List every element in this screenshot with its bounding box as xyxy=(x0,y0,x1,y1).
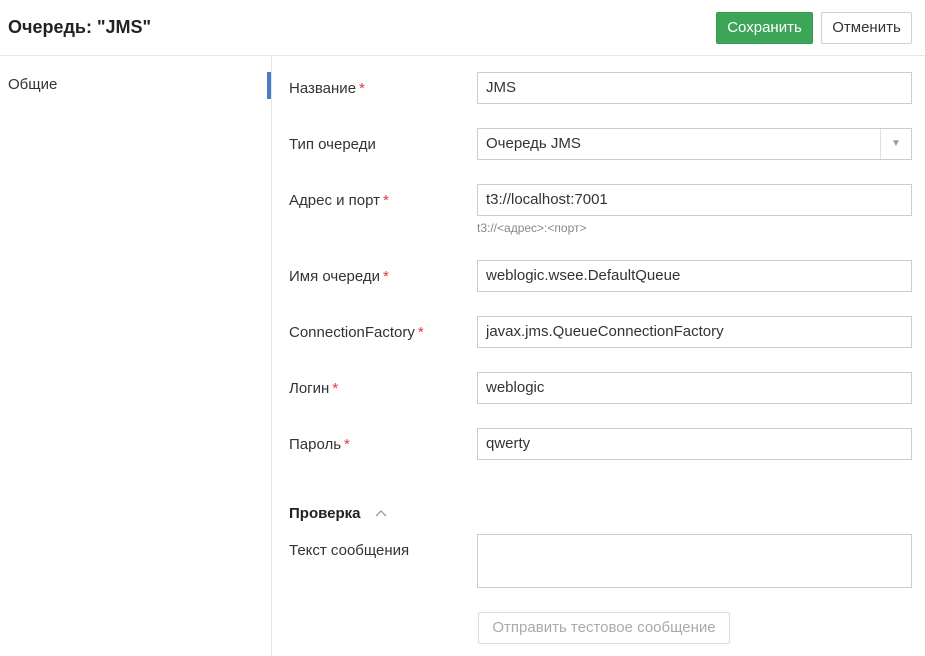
connection-factory-label-text: ConnectionFactory xyxy=(289,324,415,341)
queue-name-label-text: Имя очереди xyxy=(289,268,381,285)
message-label: Текст сообщения xyxy=(289,542,409,559)
active-indicator xyxy=(267,72,271,99)
password-input[interactable]: qwerty xyxy=(477,428,912,460)
required-mark: * xyxy=(332,380,339,397)
page-title: Очередь: "JMS" xyxy=(8,17,152,37)
sidebar: Общие xyxy=(0,56,272,656)
chevron-up-icon[interactable] xyxy=(374,506,388,520)
check-section-title[interactable]: Проверка xyxy=(289,505,360,522)
name-input[interactable]: JMS xyxy=(477,72,912,104)
login-input[interactable]: weblogic xyxy=(477,372,912,404)
queue-type-label: Тип очереди xyxy=(289,136,376,153)
login-label: Логин * xyxy=(289,380,338,397)
name-label: Название * xyxy=(289,80,365,97)
message-label-text: Текст сообщения xyxy=(289,542,410,559)
send-test-message-button[interactable]: Отправить тестовое сообщение xyxy=(478,612,730,644)
address-input[interactable]: t3://localhost:7001 xyxy=(477,184,912,216)
password-label-text: Пароль xyxy=(289,436,342,453)
required-mark: * xyxy=(344,436,350,453)
address-hint: t3://<адрес>:<порт> xyxy=(477,221,587,235)
queue-type-label-text: Тип очереди xyxy=(289,136,376,153)
cancel-button[interactable]: Отменить xyxy=(821,12,912,44)
queue-type-select[interactable]: Очередь JMS ▼ xyxy=(477,128,912,160)
required-mark: * xyxy=(383,192,389,209)
required-mark: * xyxy=(359,80,365,97)
name-label-text: Название xyxy=(289,80,357,97)
queue-name-input[interactable]: weblogic.wsee.DefaultQueue xyxy=(477,260,912,292)
connection-factory-input[interactable]: javax.jms.QueueConnectionFactory xyxy=(477,316,912,348)
login-label-text: Логин xyxy=(289,380,330,397)
address-label: Адрес и порт * xyxy=(289,192,389,209)
save-button[interactable]: Сохранить xyxy=(716,12,813,44)
dropdown-arrow-icon[interactable]: ▼ xyxy=(880,129,911,159)
message-textarea[interactable] xyxy=(477,534,912,588)
queue-name-label: Имя очереди * xyxy=(289,268,389,285)
sidebar-item-general[interactable]: Общие xyxy=(8,76,57,93)
queue-type-value: Очередь JMS xyxy=(486,135,581,152)
connection-factory-label: ConnectionFactory * xyxy=(289,324,424,341)
required-mark: * xyxy=(383,268,389,285)
address-label-text: Адрес и порт xyxy=(289,192,381,209)
header-bar: Очередь: "JMS" Сохранить Отменить xyxy=(0,0,925,56)
required-mark: * xyxy=(417,324,424,341)
password-label: Пароль * xyxy=(289,436,350,453)
